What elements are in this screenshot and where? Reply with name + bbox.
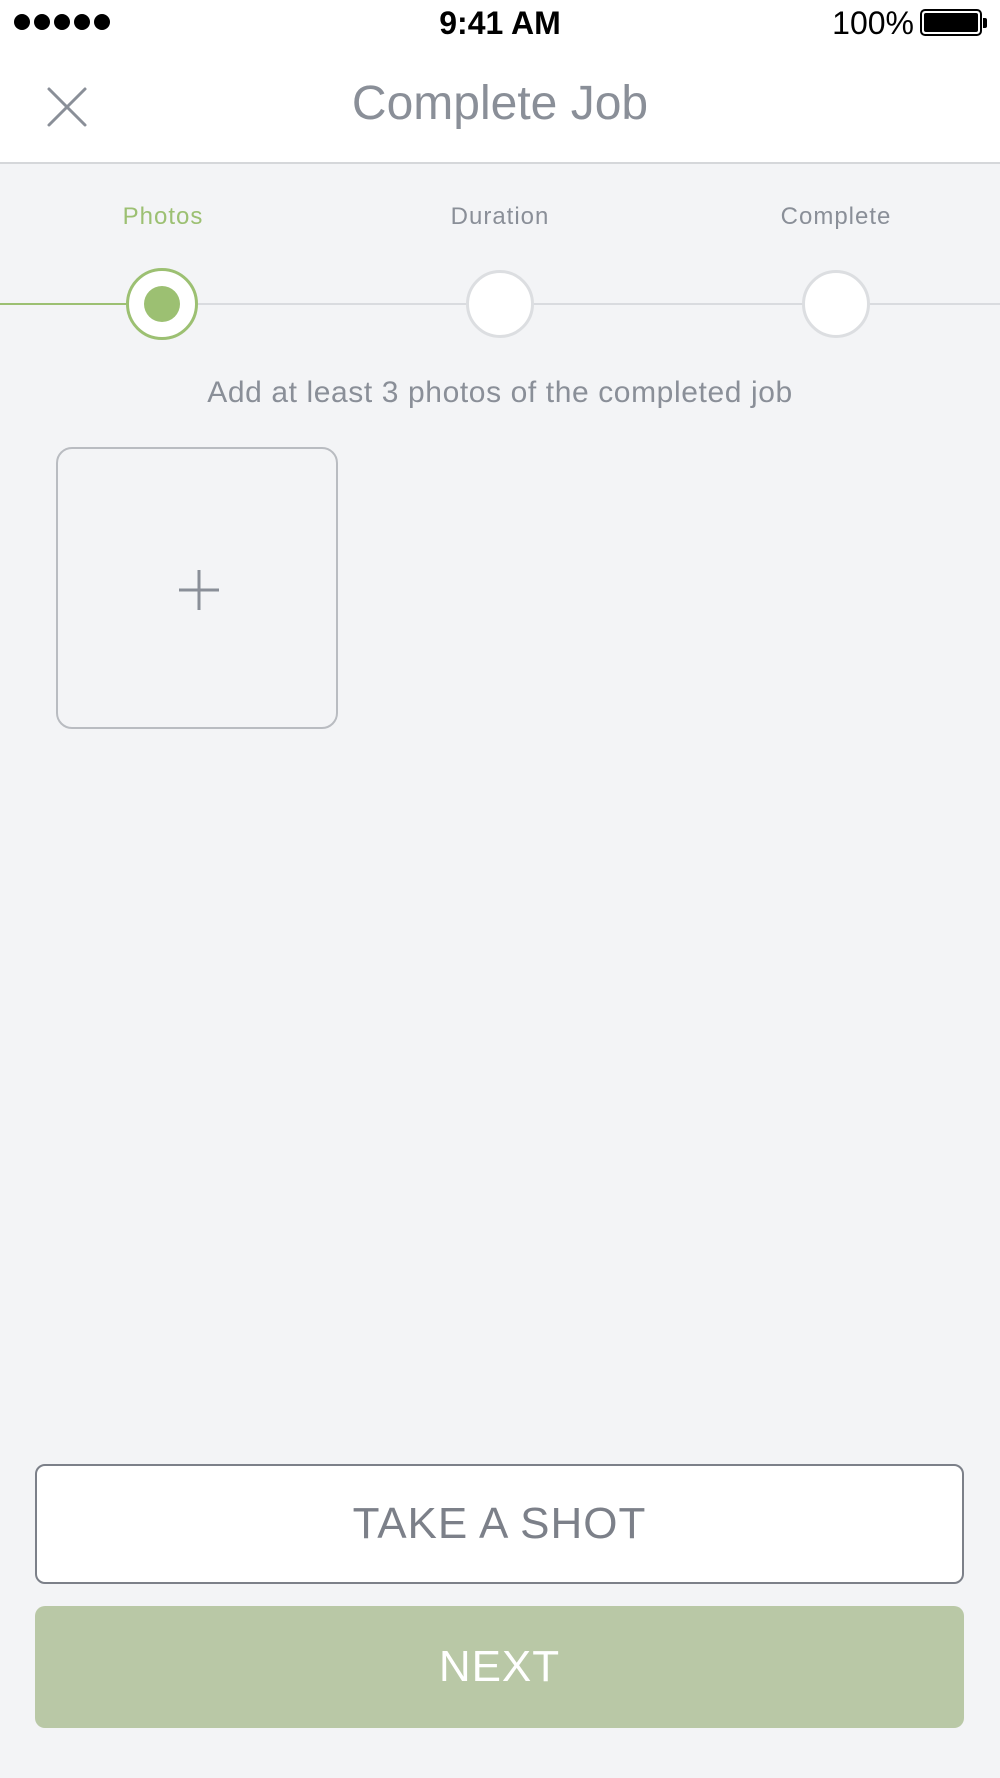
step-indicator-photos [126, 268, 198, 340]
photo-instruction: Add at least 3 photos of the completed j… [207, 376, 793, 409]
battery-percentage: 100% [832, 5, 914, 41]
add-photo-tile[interactable] [56, 447, 338, 729]
stepper-track [870, 303, 1000, 305]
stepper-track-complete [0, 303, 126, 305]
plus-icon [179, 570, 219, 610]
complete-job-screen: 9:41 AM 100% Complete Job Photos Duratio… [0, 0, 1000, 1778]
status-bar: 9:41 AM 100% [0, 0, 1000, 46]
stepper-track [198, 303, 466, 305]
next-button[interactable]: NEXT [35, 1606, 964, 1728]
step-active-dot [144, 286, 180, 322]
take-a-shot-button[interactable]: TAKE A SHOT [35, 1464, 964, 1584]
step-label-complete: Complete [780, 203, 892, 230]
step-indicator-duration [466, 270, 534, 338]
step-label-duration: Duration [450, 203, 550, 230]
stepper-track [534, 303, 804, 305]
nav-bar: Complete Job [0, 46, 1000, 164]
step-indicator-complete [802, 270, 870, 338]
battery-icon [920, 9, 987, 36]
page-title: Complete Job [351, 77, 649, 130]
step-label-photos: Photos [122, 203, 204, 230]
